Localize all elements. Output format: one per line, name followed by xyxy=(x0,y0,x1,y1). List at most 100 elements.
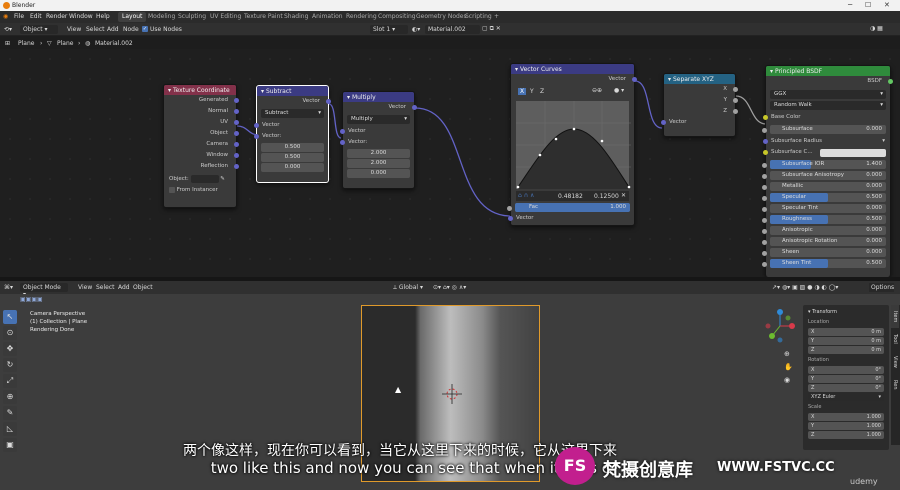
shader-type-dropdown[interactable]: Object ▾ xyxy=(20,25,58,34)
fac-slider[interactable]: Fac 1.000 xyxy=(507,203,630,212)
tab-y[interactable]: Y xyxy=(530,88,534,95)
tab-tool[interactable]: Tool xyxy=(891,328,899,350)
bsdf-input-subsurface[interactable]: Subsurface 0.000 xyxy=(762,125,886,134)
socket-vector-out[interactable]: Vector xyxy=(257,96,331,107)
delete-point-icon[interactable]: ✕ xyxy=(621,192,626,199)
location-x-field[interactable]: X0 m xyxy=(808,328,884,336)
editor-type-icon[interactable]: ⌘▾ xyxy=(4,284,13,291)
socket-vector-in[interactable]: Vector xyxy=(340,126,414,137)
rotation-y-field[interactable]: Y 0° xyxy=(808,375,884,383)
operation-dropdown[interactable]: Subtract ▾ xyxy=(261,109,324,118)
vector-y-field[interactable]: 0.500 xyxy=(261,153,324,162)
menu-add[interactable]: Add xyxy=(118,284,130,291)
subtract-node[interactable]: ▾ Subtract Vector Subtract ▾ Vector Vecto… xyxy=(254,85,331,183)
chevron-down-icon[interactable]: ▾ xyxy=(770,68,773,75)
handle-type-icons[interactable]: ⌂ ∩ ∧ xyxy=(518,192,534,199)
bsdf-input-metallic[interactable]: Metallic 0.000 xyxy=(762,182,886,191)
vector-curves-node[interactable]: ▾ Vector Curves Vector X Y Z ⊖⊕ ● ▾ ⌂ ∩ … xyxy=(507,63,637,226)
bsdf-input-roughness[interactable]: Roughness 0.500 xyxy=(762,215,886,224)
transform-orientation-dropdown[interactable]: ⟂ Global ▾ xyxy=(393,284,423,292)
bsdf-input-anisotropic-rotation[interactable]: Anisotropic Rotation 0.000 xyxy=(762,237,886,246)
transform-tool-icon[interactable]: ⊕ xyxy=(3,390,17,404)
tab-animation[interactable]: Animation xyxy=(308,12,347,22)
socket-normal[interactable]: Normal xyxy=(164,106,239,117)
slot-dropdown[interactable]: Slot 1 ▾ xyxy=(370,25,408,34)
socket-vector-in2[interactable]: Vector: xyxy=(340,137,414,148)
menu-edit[interactable]: Edit xyxy=(30,13,42,20)
bsdf-input-subsurface-anisotropy[interactable]: Subsurface Anisotropy 0.000 xyxy=(762,171,886,180)
point-y-readout[interactable]: 0.12500 xyxy=(594,193,619,200)
measure-tool-icon[interactable]: ◺ xyxy=(3,422,17,436)
material-sphere-icon[interactable]: ◐▾ xyxy=(412,26,420,33)
socket-vector-in[interactable]: Vector xyxy=(661,117,735,128)
minimize-icon[interactable]: ─ xyxy=(848,1,852,9)
socket-vector-out[interactable]: Vector xyxy=(511,74,637,85)
menu-object[interactable]: Object xyxy=(133,284,153,291)
curve-widget[interactable] xyxy=(516,101,631,189)
tab-z[interactable]: Z xyxy=(540,88,544,95)
socket-window[interactable]: Window xyxy=(164,150,239,161)
tab-item[interactable]: Item xyxy=(891,305,899,329)
node-editor-canvas[interactable]: ▾ Texture Coordinate Generated Normal UV… xyxy=(0,49,900,277)
menu-help[interactable]: Help xyxy=(96,13,110,20)
material-name-field[interactable]: Material.002 xyxy=(425,25,480,34)
socket-vector-out[interactable]: Vector xyxy=(343,102,417,113)
vector-x-field[interactable]: 2.000 xyxy=(347,149,410,158)
bsdf-input-specular[interactable]: Specular 0.500 xyxy=(762,193,886,202)
blender-menu-icon[interactable]: ◉ xyxy=(3,13,8,20)
zoom-icons[interactable]: ⊖⊕ xyxy=(592,87,602,94)
socket-vector-in2[interactable]: Vector: xyxy=(254,131,328,142)
maximize-icon[interactable]: ☐ xyxy=(865,1,871,9)
bsdf-input-sheen[interactable]: Sheen 0.000 xyxy=(762,248,886,257)
tab-view[interactable]: View xyxy=(891,350,899,374)
chevron-down-icon[interactable]: ▾ xyxy=(668,76,671,83)
socket-vector-in[interactable]: Vector xyxy=(254,120,328,131)
principled-bsdf-node[interactable]: ▾ Principled BSDF BSDF GGX ▾ Random Walk ▾… xyxy=(762,65,893,277)
chevron-down-icon[interactable]: ▾ xyxy=(515,66,518,73)
distribution-dropdown[interactable]: GGX ▾ xyxy=(770,90,886,99)
add-workspace-button[interactable]: + xyxy=(490,12,503,22)
bsdf-input-specular-tint[interactable]: Specular Tint 0.000 xyxy=(762,204,886,213)
cursor-tool-icon[interactable]: ⊙ xyxy=(3,326,17,340)
menu-render[interactable]: Render xyxy=(46,13,67,20)
rotation-mode-dropdown[interactable]: XYZ Euler ▾ xyxy=(808,393,884,401)
bsdf-input-anisotropic[interactable]: Anisotropic 0.000 xyxy=(762,226,886,235)
scale-y-field[interactable]: Y 1.000 xyxy=(808,422,884,430)
menu-add[interactable]: Add xyxy=(107,26,119,33)
rotate-tool-icon[interactable]: ↻ xyxy=(3,358,17,372)
select-mode-icons[interactable]: ▣▣▣▣ xyxy=(20,296,43,303)
object-field[interactable]: Object: ✎ xyxy=(164,174,236,185)
point-x-readout[interactable]: 0.48182 xyxy=(558,193,583,200)
header-icons[interactable]: ◑ ▦ xyxy=(870,25,883,32)
socket-uv[interactable]: UV xyxy=(164,117,239,128)
subsurface-method-dropdown[interactable]: Random Walk ▾ xyxy=(770,101,886,110)
viewport-shading-icons[interactable]: ↗▾ ◍▾ ▣ ▨ ● ◑ ◐ ◯▾ xyxy=(772,284,838,291)
location-z-field[interactable]: Z0 m xyxy=(808,346,884,354)
rotation-z-field[interactable]: Z 0° xyxy=(808,384,884,392)
menu-select[interactable]: Select xyxy=(96,284,115,291)
socket-camera[interactable]: Camera xyxy=(164,139,239,150)
bsdf-input-subsurface-radius[interactable]: Subsurface Radius ▾ xyxy=(763,136,890,147)
zoom-icon[interactable]: ⊕ xyxy=(784,348,793,361)
camera-view-icon[interactable]: ◉ xyxy=(784,374,793,387)
tab-layout[interactable]: Layout xyxy=(118,12,147,22)
select-box-tool-icon[interactable]: ↖ xyxy=(3,310,17,324)
socket-x[interactable]: X xyxy=(664,84,738,95)
socket-reflection[interactable]: Reflection xyxy=(164,161,239,172)
vector-z-field[interactable]: 0.000 xyxy=(261,163,324,172)
bsdf-input-subsurface-ior[interactable]: Subsurface IOR 1.400 xyxy=(762,160,886,169)
socket-object[interactable]: Object xyxy=(164,128,239,139)
scale-x-field[interactable]: X 1.000 xyxy=(808,413,884,421)
chevron-down-icon[interactable]: ▾ xyxy=(168,87,171,94)
rotation-x-field[interactable]: X 0° xyxy=(808,366,884,374)
mode-dropdown[interactable]: Object Mode ▾ xyxy=(20,283,68,298)
socket-z[interactable]: Z xyxy=(664,106,738,117)
chevron-down-icon[interactable]: ▾ xyxy=(261,88,264,95)
editor-type-icon[interactable]: ⟲▾ xyxy=(4,26,12,33)
annotate-tool-icon[interactable]: ✎ xyxy=(3,406,17,420)
options-dropdown[interactable]: Options xyxy=(869,283,894,292)
eyedropper-icon[interactable]: ✎ xyxy=(220,176,225,182)
pan-hand-icon[interactable]: ✋ xyxy=(784,361,793,374)
socket-generated[interactable]: Generated xyxy=(164,95,239,106)
menu-file[interactable]: File xyxy=(14,13,24,20)
